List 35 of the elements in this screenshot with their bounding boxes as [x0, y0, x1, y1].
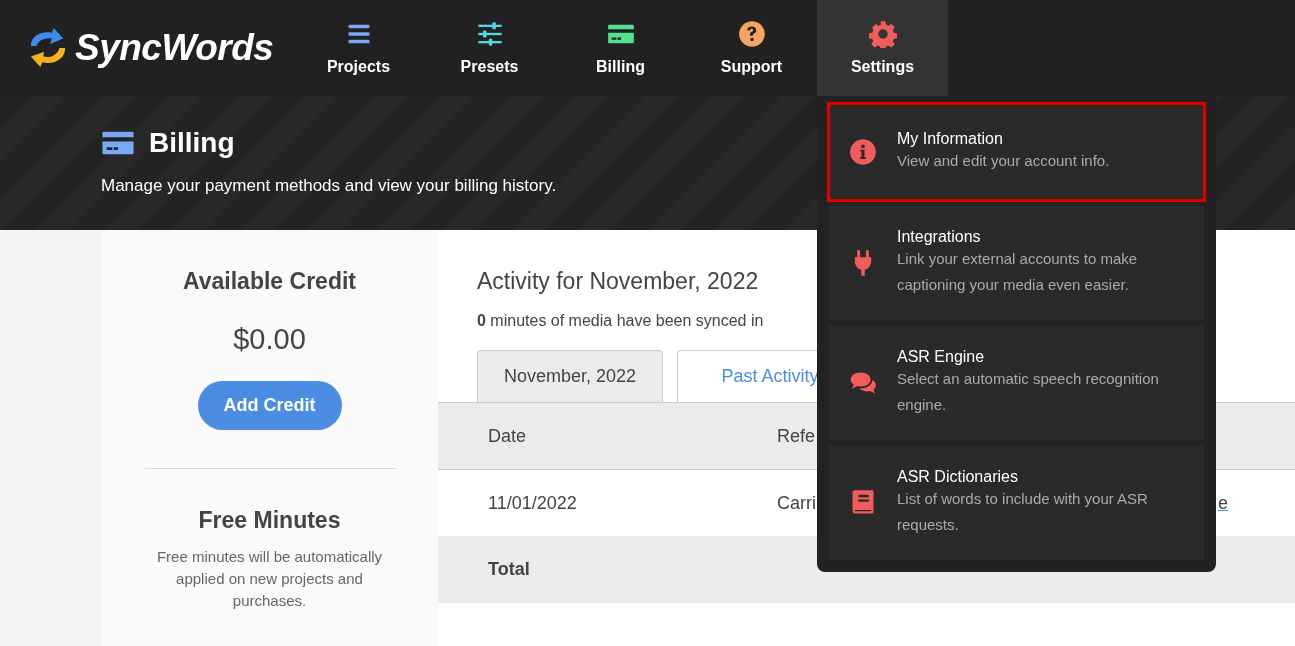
- nav-tab[interactable]: Presets: [424, 0, 555, 96]
- menu-item-description: List of words to include with your ASR requests.: [897, 489, 1149, 535]
- credit-amount: $0.00: [233, 323, 306, 356]
- activity-title: Activity for November, 2022: [477, 268, 759, 295]
- menu-item-title: ASR Dictionaries: [897, 468, 1018, 486]
- activity-summary: 0 minutes of media have been synced in: [477, 312, 764, 330]
- free-minutes-text: Free minutes will be automatically applied on new projects and purchases.: [155, 547, 384, 611]
- book-icon: [849, 489, 877, 517]
- page-subtitle: Manage your payment methods and view your billing history.: [101, 176, 558, 196]
- nav-tab[interactable]: Billing: [555, 0, 686, 96]
- menu-item-description: Select an automatic speech recognition engine.: [897, 369, 1160, 415]
- menu-item-description: View and edit your account info.: [897, 151, 1111, 171]
- nav-tab[interactable]: Support: [686, 0, 817, 96]
- menu-item-title: Integrations: [897, 228, 981, 246]
- column-header: Date: [488, 425, 527, 446]
- menu-item[interactable]: My Information View and edit your account info.: [829, 104, 1204, 200]
- logo-text: SyncWords: [75, 27, 274, 69]
- table-cell: 11/01/2022: [488, 492, 577, 513]
- section-title: Free Minutes: [198, 507, 341, 534]
- nav-tab[interactable]: Settings: [817, 0, 948, 96]
- menu-item[interactable]: ASR Engine Select an automatic speech recognition engine.: [829, 326, 1204, 440]
- menu-item-title: My Information: [897, 130, 1003, 148]
- menu-item[interactable]: Integrations Link your external accounts to make captioning your media even easier.: [829, 206, 1204, 320]
- page-title: Billing: [149, 127, 235, 159]
- section-title: Available Credit: [183, 268, 356, 295]
- total-label: Total: [488, 559, 531, 580]
- table-link[interactable]: e: [1218, 492, 1228, 514]
- info-icon: [849, 138, 877, 166]
- tab[interactable]: November, 2022: [477, 350, 663, 402]
- menu-item-description: Link your external accounts to make captioning your media even easier.: [897, 249, 1139, 295]
- nav-tab[interactable]: Projects: [293, 0, 424, 96]
- column-header: Refe: [777, 425, 816, 446]
- menu-item[interactable]: ASR Dictionaries List of words to include with your ASR requests.: [829, 446, 1204, 560]
- menu-item-title: ASR Engine: [897, 348, 985, 366]
- table-cell: Carri: [777, 492, 816, 513]
